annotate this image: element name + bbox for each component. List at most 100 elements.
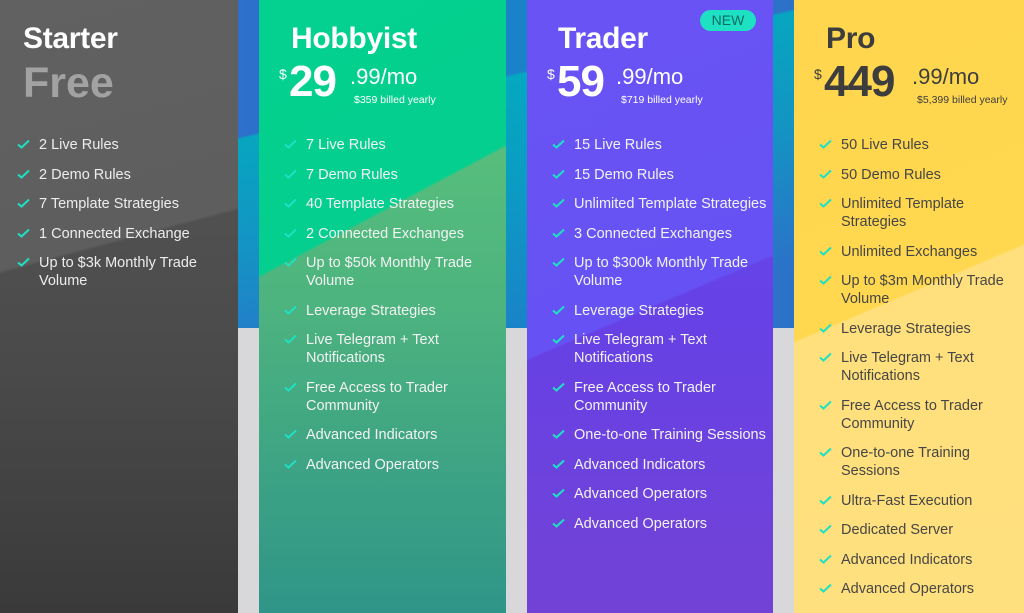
feature-text: 1 Connected Exchange [39,225,190,242]
check-icon [819,554,832,564]
price-whole: 449 [824,57,895,106]
check-icon [819,198,832,208]
feature-text: Live Telegram + Text Notifications [841,350,974,384]
feature-text: Up to $3k Monthly Trade Volume [39,255,197,289]
check-icon [17,257,30,267]
feature-text: Advanced Operators [574,515,707,532]
check-icon [284,429,297,439]
feature-item: Leverage Strategies [819,320,1019,338]
check-icon [552,139,565,149]
check-icon [284,334,297,344]
billed-yearly: $5,399 billed yearly [917,94,1008,106]
feature-text: Leverage Strategies [574,302,704,319]
feature-text: 7 Live Rules [306,137,386,153]
feature-text: Leverage Strategies [841,320,971,337]
feature-item: 40 Template Strategies [284,195,504,213]
feature-item: 7 Template Strategies [17,195,232,213]
feature-text: 7 Demo Rules [306,166,398,183]
feature-text: 3 Connected Exchanges [574,225,732,242]
feature-item: Live Telegram + Text Notifications [819,349,1019,385]
feature-text: Ultra-Fast Execution [841,492,973,509]
feature-item: 50 Live Rules [819,136,1019,154]
check-icon [552,228,565,238]
check-icon [284,169,297,179]
feature-list: 2 Live Rules 2 Demo Rules 7 Template Strat… [17,136,232,302]
feature-text: 2 Demo Rules [39,166,131,183]
check-icon [552,305,565,315]
new-badge: NEW [700,10,756,31]
plan-card-trader[interactable]: Trader $ 59 .99/mo $719 billed yearly 15… [527,0,773,613]
feature-item: Free Access to Trader Community [819,397,1019,433]
check-icon [819,139,832,149]
feature-item: 3 Connected Exchanges [552,225,767,243]
check-icon [552,488,565,498]
check-icon [819,275,832,285]
feature-item: Ultra-Fast Execution [819,492,1019,510]
feature-item: Advanced Operators [284,456,504,474]
feature-text: 50 Live Rules [841,137,929,153]
feature-item: Leverage Strategies [552,302,767,320]
check-icon [552,198,565,208]
check-icon [552,429,565,439]
feature-item: Up to $50k Monthly Trade Volume [284,254,504,290]
feature-item: Unlimited Template Strategies [819,195,1019,231]
feature-item: 2 Connected Exchanges [284,225,504,243]
feature-item: One-to-one Training Sessions [819,444,1019,480]
price-currency: $ [547,66,555,82]
feature-text: Unlimited Template Strategies [841,196,965,230]
feature-item: 15 Live Rules [552,136,767,154]
feature-item: Free Access to Trader Community [552,379,767,415]
check-icon [819,583,832,593]
feature-item: 50 Demo Rules [819,166,1019,184]
feature-text: Dedicated Server [841,522,954,538]
check-icon [284,459,297,469]
check-icon [819,169,832,179]
feature-text: Advanced Operators [841,581,974,597]
plan-card-hobbyist[interactable]: Hobbyist $ 29 .99/mo $359 billed yearly … [259,0,506,613]
feature-text: Leverage Strategies [306,302,436,319]
feature-item: Unlimited Template Strategies [552,195,767,213]
feature-text: Up to $50k Monthly Trade Volume [306,255,473,289]
feature-text: Free Access to Trader Community [306,379,448,414]
check-icon [17,198,30,208]
feature-text: Advanced Indicators [306,427,438,443]
check-icon [284,257,297,267]
feature-item: Dedicated Server [819,521,1019,539]
feature-item: 2 Live Rules [17,136,232,154]
price-cents: .99/mo [616,64,684,89]
feature-text: Live Telegram + Text Notifications [574,332,707,366]
check-icon [284,228,297,238]
billed-yearly: $719 billed yearly [621,94,703,106]
price-currency: $ [814,66,822,82]
plan-card-starter[interactable]: Starter Free 2 Live Rules 2 Demo Rules 7 T… [0,0,238,613]
check-icon [552,334,565,344]
price-cents: .99/mo [350,64,418,89]
feature-text: 50 Demo Rules [841,166,941,183]
check-icon [552,518,565,528]
check-icon [284,139,297,149]
feature-text: Free Access to Trader Community [841,397,983,432]
feature-item: 7 Live Rules [284,136,504,154]
feature-item: Leverage Strategies [284,302,504,320]
check-icon [552,169,565,179]
feature-text: 15 Demo Rules [574,166,674,183]
check-icon [819,400,832,410]
check-icon [819,524,832,534]
feature-list: 50 Live Rules 50 Demo Rules Unlimited Temp… [819,136,1019,610]
feature-text: One-to-one Training Sessions [841,445,970,479]
check-icon [17,169,30,179]
plan-card-pro[interactable]: Pro $ 449 .99/mo $5,399 billed yearly 50… [794,0,1024,613]
price-cents: .99/mo [912,64,980,89]
feature-list: 7 Live Rules 7 Demo Rules 40 Template Stra… [284,136,504,485]
check-icon [819,246,832,256]
feature-text: Unlimited Template Strategies [574,196,767,212]
feature-text: Advanced Indicators [841,551,973,568]
plan-name: Starter [23,22,118,55]
check-icon [552,459,565,469]
feature-text: Advanced Indicators [574,456,706,473]
feature-text: Free Access to Trader Community [574,379,716,414]
plan-name: Pro [826,22,876,55]
price-whole: 29 [289,57,337,106]
check-icon [284,198,297,208]
check-icon [17,228,30,238]
